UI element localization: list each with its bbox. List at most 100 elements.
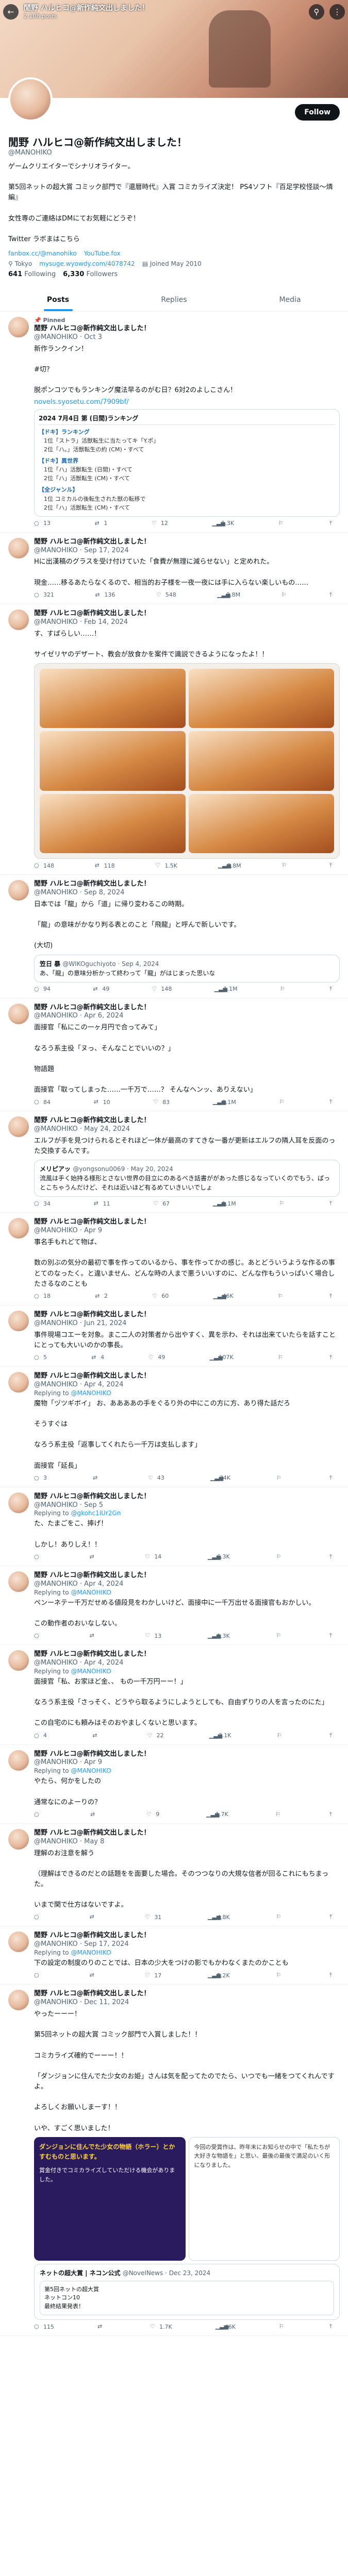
post-author-name[interactable]: 閒野 ハルヒコ@新作純文出しました！	[34, 1990, 151, 1997]
profile-link-youtube[interactable]: YouTube.fox	[84, 250, 121, 257]
views-action[interactable]: ▁▃▅ 1.1M	[213, 1200, 236, 1207]
views-action[interactable]: ▁▃▅ 1.1M	[214, 986, 238, 993]
repost-action[interactable]: ⇄ 10	[94, 1098, 110, 1106]
share-action[interactable]: ⤒	[329, 1098, 337, 1106]
post-image-food[interactable]	[34, 663, 340, 859]
like-action[interactable]: ♡ 22	[147, 1732, 164, 1739]
quoted-post[interactable]: メリピアッ @yongsonu0069 · May 20, 2024 流風は手く始…	[34, 1160, 340, 1197]
post-link[interactable]: novels.syosetu.com/7909bf/	[34, 398, 340, 406]
like-action[interactable]: ♡ 9	[146, 1811, 159, 1818]
post-author-name[interactable]: 閒野 ハルヒコ@新作純文出しました！	[34, 1931, 151, 1939]
repost-action[interactable]: ⇄	[90, 1811, 100, 1818]
post-avatar[interactable]	[8, 880, 29, 901]
repost-action[interactable]: ⇄	[90, 1632, 99, 1639]
post-avatar[interactable]	[8, 1828, 29, 1850]
repost-action[interactable]: ⇄ 4	[91, 1354, 104, 1361]
follow-button[interactable]: Follow	[295, 104, 340, 121]
replying-to-handle[interactable]: @MANOHIKO	[71, 1767, 111, 1774]
post-avatar[interactable]	[8, 1003, 29, 1024]
reply-action[interactable]: ○ 34	[34, 1200, 51, 1207]
post-author-name[interactable]: 閒野 ハルヒコ@新作純文出しました！	[34, 1372, 151, 1380]
bookmark-action[interactable]: ⚐	[276, 1475, 284, 1482]
post-avatar[interactable]	[8, 537, 29, 558]
bookmark-action[interactable]: ⚐	[279, 1098, 286, 1106]
post-author-name[interactable]: 閒野 ハルヒコ@新作純文出しました！	[34, 1004, 151, 1011]
like-action[interactable]: ♡ 12	[152, 520, 168, 527]
bookmark-action[interactable]: ⚐	[278, 1354, 285, 1361]
post-avatar[interactable]	[8, 1371, 29, 1393]
post-avatar[interactable]	[8, 1571, 29, 1592]
repost-action[interactable]: ⇄	[90, 1913, 99, 1921]
views-action[interactable]: ▁▃▅ 3.1K	[209, 1732, 231, 1739]
views-action[interactable]: ▁▃▅ 5.2K	[208, 1972, 230, 1979]
like-action[interactable]: ♡ 83	[153, 1098, 170, 1106]
quoted-post[interactable]: ネットの超大賞 | ネコン公式 @NovelNews · Dec 23, 202…	[34, 2263, 340, 2320]
reply-action[interactable]: ○ 84	[34, 1098, 51, 1106]
post-image-right[interactable]: 今回の受賞作は、昨年末にお知らせの中で「私たちが大好きな物語を」と思い、最後の最…	[188, 2137, 340, 2261]
post-author-name[interactable]: 閒野 ハルヒコ@新作純文出しました！	[34, 1311, 151, 1318]
post-avatar[interactable]	[8, 1750, 29, 1771]
more-icon[interactable]: ⋮	[329, 4, 345, 20]
like-action[interactable]: ♡ 148	[152, 986, 172, 993]
repost-action[interactable]: ⇄	[92, 1732, 102, 1739]
replying-to-handle[interactable]: @MANOHIKO	[71, 1668, 111, 1675]
post-avatar[interactable]	[8, 1310, 29, 1331]
share-action[interactable]: ⤒	[329, 1553, 337, 1561]
share-action[interactable]: ⤒	[329, 591, 337, 599]
share-action[interactable]: ⤒	[329, 2323, 337, 2330]
reply-action[interactable]: ○	[34, 1811, 43, 1818]
post-author-name[interactable]: 閒野 ハルヒコ@新作純文出しました！	[34, 880, 151, 888]
share-action[interactable]: ⤒	[329, 1200, 337, 1207]
views-action[interactable]: ▁▃▅ 3.8M	[218, 862, 241, 869]
bookmark-action[interactable]: ⚐	[276, 1553, 283, 1561]
tab-replies[interactable]: Replies	[116, 289, 232, 311]
like-action[interactable]: ♡ 17	[145, 1972, 161, 1979]
profile-avatar[interactable]	[8, 77, 53, 122]
like-action[interactable]: ♡ 49	[148, 1354, 165, 1361]
share-action[interactable]: ⤒	[329, 1913, 337, 1921]
like-action[interactable]: ♡ 1.7K	[150, 2323, 172, 2330]
reply-action[interactable]: ○ 148	[34, 862, 54, 869]
replying-to-handle[interactable]: @MANOHIKO	[71, 1389, 111, 1397]
post-author-name[interactable]: 閒野 ハルヒコ@新作純文出しました！	[34, 1493, 151, 1500]
bookmark-action[interactable]: ⚐	[281, 862, 289, 869]
repost-action[interactable]: ⇄	[97, 2323, 107, 2330]
share-action[interactable]: ⤒	[329, 1972, 337, 1979]
views-action[interactable]: ▁▃▅ 46K	[216, 2323, 236, 2330]
share-action[interactable]: ⤒	[329, 1732, 337, 1739]
views-action[interactable]: ▁▃▅ 1.3K	[212, 520, 234, 527]
reply-action[interactable]: ○	[34, 1632, 43, 1639]
reply-action[interactable]: ○ 115	[34, 2323, 54, 2330]
views-action[interactable]: ▁▃▅ 46K	[213, 1293, 233, 1300]
quoted-post[interactable]: 笠日 暴 @WIKOguchiyoto · Sep 4, 2024 あ、「龍」の意…	[34, 954, 340, 982]
post-author-name[interactable]: 閒野 ハルヒコ@新作純文出しました！	[34, 538, 151, 546]
bookmark-action[interactable]: ⚐	[278, 1293, 285, 1300]
like-action[interactable]: ♡ 60	[152, 1293, 169, 1300]
post-author-name[interactable]: 閒野 ハルヒコ@新作純文出しました！	[34, 1116, 151, 1124]
like-action[interactable]: ♡ 1.5K	[155, 862, 177, 869]
post-avatar[interactable]	[8, 1492, 29, 1513]
views-action[interactable]: ▁▃▅ 2.8M	[217, 591, 240, 599]
like-action[interactable]: ♡ 13	[145, 1632, 161, 1639]
views-action[interactable]: ▁▃▅ 34K	[210, 1475, 230, 1482]
bookmark-action[interactable]: ⚐	[276, 1632, 283, 1639]
replying-to-handle[interactable]: @gkohc1iUr2Gn	[71, 1510, 121, 1517]
post-author-name[interactable]: 閒野 ハルヒコ@新作純文出しました！	[34, 1829, 151, 1837]
repost-action[interactable]: ⇄ 136	[95, 591, 115, 599]
post-avatar[interactable]	[8, 317, 29, 338]
post-avatar[interactable]	[8, 1218, 29, 1239]
share-action[interactable]: ⤒	[329, 1632, 337, 1639]
reply-action[interactable]: ○	[34, 1972, 43, 1979]
share-action[interactable]: ⤒	[329, 1811, 337, 1818]
post-avatar[interactable]	[8, 1650, 29, 1671]
post-avatar[interactable]	[8, 1116, 29, 1138]
reply-action[interactable]: ○ 13	[34, 520, 51, 527]
replying-to-handle[interactable]: @MANOHIKO	[71, 1589, 111, 1596]
share-action[interactable]: ⤒	[329, 1475, 337, 1482]
reply-action[interactable]: ○ 5	[34, 1354, 47, 1361]
repost-action[interactable]: ⇄	[90, 1972, 99, 1979]
like-action[interactable]: ♡ 548	[156, 591, 176, 599]
repost-action[interactable]: ⇄ 11	[94, 1200, 110, 1207]
share-action[interactable]: ⤒	[329, 986, 337, 993]
share-action[interactable]: ⤒	[329, 1293, 337, 1300]
